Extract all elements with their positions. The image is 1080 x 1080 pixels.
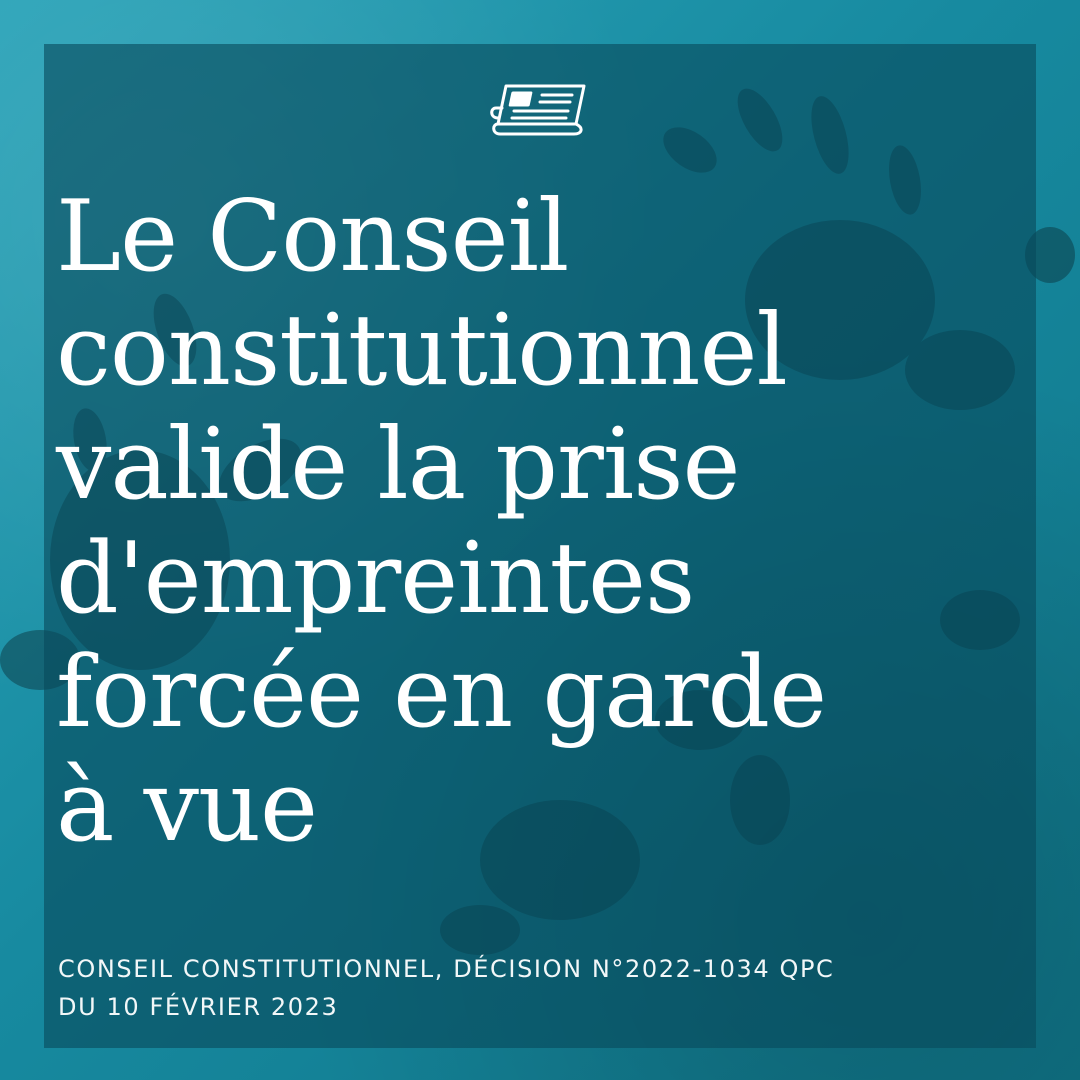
headline-line: forcée en garde (56, 636, 827, 750)
headline-line: valide la prise (56, 408, 741, 522)
headline-line: à vue (56, 750, 318, 864)
post-canvas: Le Conseil constitutionnel valide la pri… (0, 0, 1080, 1080)
source-citation: CONSEIL CONSTITUTIONNEL, DÉCISION N°2022… (58, 950, 1038, 1026)
headline: Le Conseil constitutionnel valide la pri… (56, 180, 1016, 864)
newspaper-icon (490, 84, 586, 136)
headline-line: d'empreintes (56, 522, 695, 636)
headline-line: constitutionnel (56, 294, 788, 408)
source-citation-line: DU 10 FÉVRIER 2023 (58, 993, 339, 1021)
source-citation-line: CONSEIL CONSTITUTIONNEL, DÉCISION N°2022… (58, 955, 835, 983)
headline-line: Le Conseil (56, 180, 569, 294)
